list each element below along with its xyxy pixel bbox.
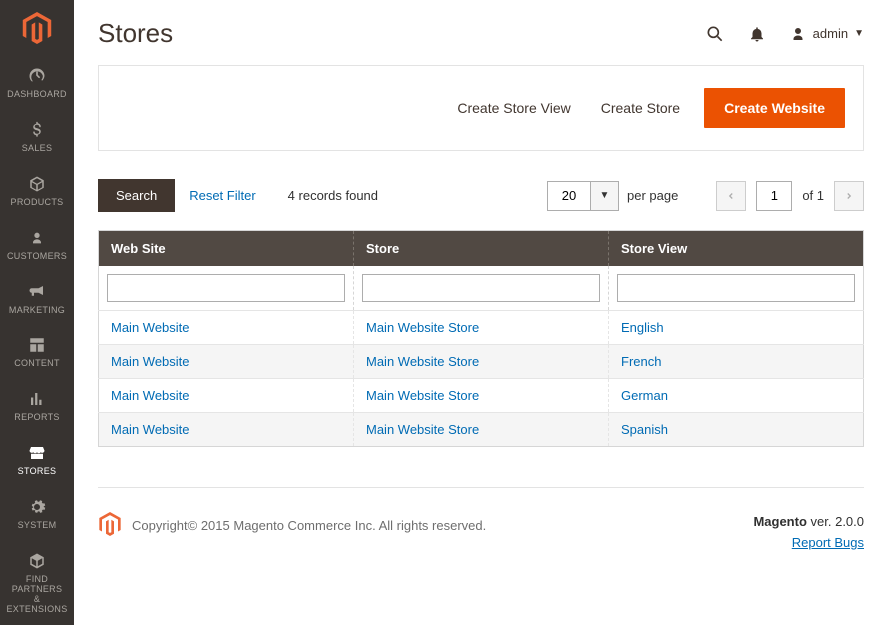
- sidebar-item-products[interactable]: PRODUCTS: [0, 164, 74, 218]
- dollar-icon: [27, 120, 47, 140]
- gear-icon: [27, 497, 47, 517]
- website-link[interactable]: Main Website: [111, 388, 190, 403]
- sidebar-item-reports[interactable]: REPORTS: [0, 379, 74, 433]
- per-page-input[interactable]: [547, 181, 591, 211]
- sidebar: DASHBOARD SALES PRODUCTS CUSTOMERS MARKE…: [0, 0, 74, 625]
- user-menu[interactable]: admin ▼: [789, 25, 864, 43]
- bell-icon[interactable]: [747, 24, 767, 44]
- filter-website[interactable]: [107, 274, 345, 302]
- stores-table: Web Site Store Store View Main Website M…: [98, 230, 864, 447]
- page-input[interactable]: [756, 181, 792, 211]
- version-number: ver. 2.0.0: [807, 514, 864, 529]
- page-prev-button[interactable]: [716, 181, 746, 211]
- topbar: Stores admin ▼: [98, 0, 864, 59]
- footer: Copyright© 2015 Magento Commerce Inc. Al…: [98, 487, 864, 554]
- storeview-link[interactable]: French: [621, 354, 661, 369]
- table-row: Main Website Main Website Store Spanish: [99, 413, 864, 447]
- user-icon: [789, 25, 807, 43]
- magento-logo-icon: [21, 12, 53, 44]
- website-link[interactable]: Main Website: [111, 320, 190, 335]
- store-link[interactable]: Main Website Store: [366, 388, 479, 403]
- sidebar-item-customers[interactable]: CUSTOMERS: [0, 218, 74, 272]
- table-row: Main Website Main Website Store French: [99, 345, 864, 379]
- storeview-link[interactable]: English: [621, 320, 664, 335]
- col-store[interactable]: Store: [354, 231, 609, 267]
- version-label: Magento: [753, 514, 806, 529]
- dashboard-icon: [27, 66, 47, 86]
- create-store-view-button[interactable]: Create Store View: [451, 88, 576, 128]
- filter-storeview[interactable]: [617, 274, 855, 302]
- table-row: Main Website Main Website Store English: [99, 311, 864, 345]
- cube-icon: [27, 174, 47, 194]
- per-page-dropdown[interactable]: ▼: [591, 181, 619, 211]
- page-next-button[interactable]: [834, 181, 864, 211]
- records-found: 4 records found: [288, 188, 378, 203]
- sidebar-item-stores[interactable]: STORES: [0, 433, 74, 487]
- search-button[interactable]: Search: [98, 179, 175, 212]
- logo[interactable]: [0, 0, 74, 56]
- footer-logo-icon: [98, 512, 122, 539]
- store-link[interactable]: Main Website Store: [366, 422, 479, 437]
- store-link[interactable]: Main Website Store: [366, 320, 479, 335]
- storeview-link[interactable]: German: [621, 388, 668, 403]
- action-bar: Create Store View Create Store Create We…: [98, 65, 864, 151]
- user-name: admin: [813, 26, 848, 41]
- website-link[interactable]: Main Website: [111, 422, 190, 437]
- create-store-button[interactable]: Create Store: [595, 88, 686, 128]
- filter-store[interactable]: [362, 274, 600, 302]
- sidebar-item-marketing[interactable]: MARKETING: [0, 272, 74, 326]
- sidebar-item-content[interactable]: CONTENT: [0, 325, 74, 379]
- storefront-icon: [27, 443, 47, 463]
- search-icon[interactable]: [705, 24, 725, 44]
- col-website[interactable]: Web Site: [99, 231, 354, 267]
- bars-icon: [27, 389, 47, 409]
- grid-toolbar: Search Reset Filter 4 records found ▼ pe…: [98, 179, 864, 212]
- create-website-button[interactable]: Create Website: [704, 88, 845, 128]
- store-link[interactable]: Main Website Store: [366, 354, 479, 369]
- storeview-link[interactable]: Spanish: [621, 422, 668, 437]
- reset-filter-link[interactable]: Reset Filter: [189, 188, 255, 203]
- sidebar-item-sales[interactable]: SALES: [0, 110, 74, 164]
- sidebar-item-system[interactable]: SYSTEM: [0, 487, 74, 541]
- report-bugs-link[interactable]: Report Bugs: [792, 535, 864, 550]
- website-link[interactable]: Main Website: [111, 354, 190, 369]
- caret-down-icon: ▼: [854, 28, 864, 39]
- layout-icon: [27, 335, 47, 355]
- sidebar-item-dashboard[interactable]: DASHBOARD: [0, 56, 74, 110]
- bullhorn-icon: [27, 282, 47, 302]
- page-title: Stores: [98, 18, 173, 49]
- col-storeview[interactable]: Store View: [609, 231, 864, 267]
- sidebar-item-find-partners[interactable]: FIND PARTNERS & EXTENSIONS: [0, 541, 74, 625]
- per-page-label: per page: [627, 188, 678, 203]
- copyright-text: Copyright© 2015 Magento Commerce Inc. Al…: [132, 518, 486, 533]
- page-of: of 1: [802, 188, 824, 203]
- person-icon: [27, 228, 47, 248]
- table-row: Main Website Main Website Store German: [99, 379, 864, 413]
- package-icon: [27, 551, 47, 571]
